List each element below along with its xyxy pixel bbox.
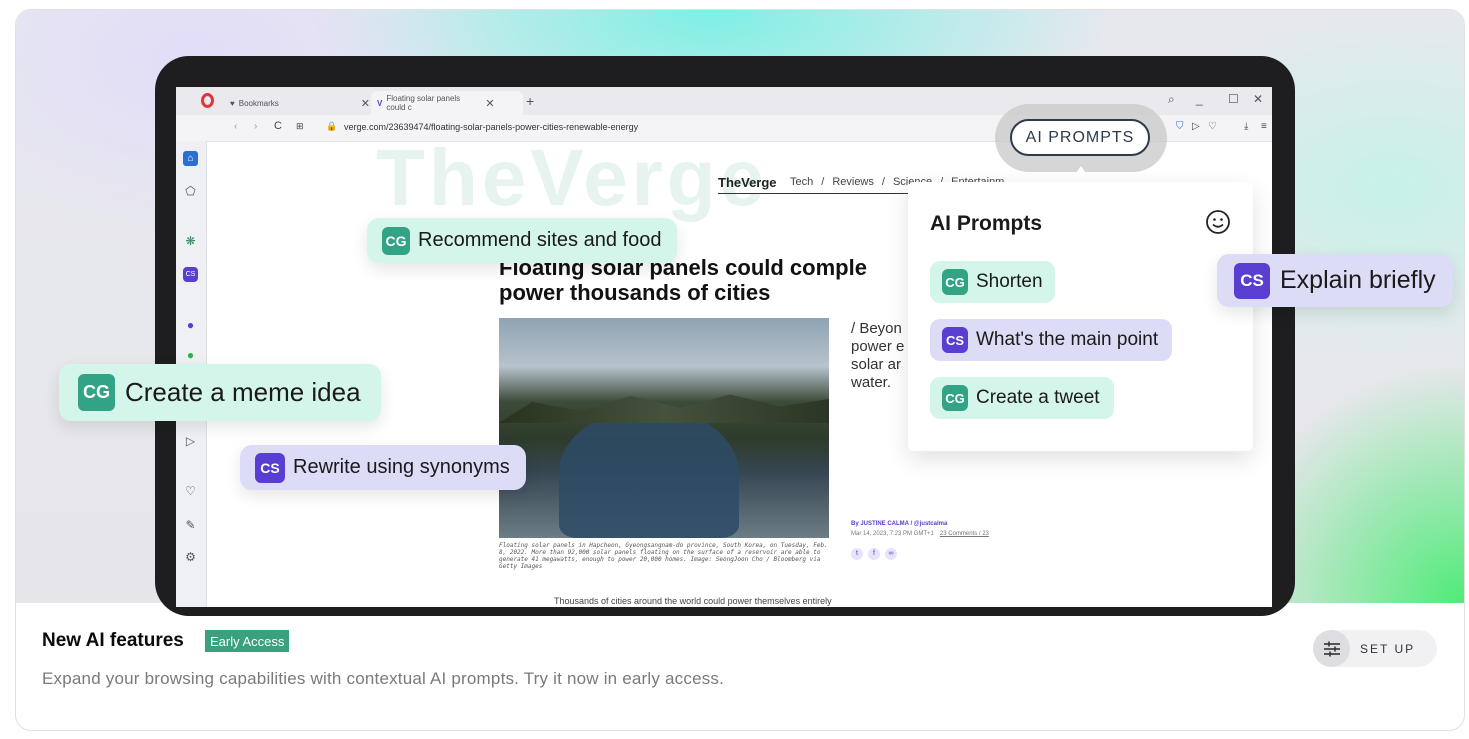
heart-icon[interactable]: ♡ [183,483,198,498]
early-access-badge: Early Access [205,630,290,652]
settings-icon[interactable]: ≡ [1261,121,1267,132]
chip-explain-briefly[interactable]: CS Explain briefly [1217,254,1453,307]
chip-create-meme[interactable]: CG Create a meme idea [59,364,381,421]
tab-label: Floating solar panels could c [386,94,461,112]
messenger-icon[interactable]: ● [183,317,198,332]
lock-icon: 🔒 [326,121,338,131]
heart-icon: ♥ [230,98,235,108]
chip-label: Rewrite using synonyms [293,456,510,478]
facebook-icon[interactable]: f [868,548,880,560]
edit-icon[interactable]: ✎ [183,517,198,532]
send-icon[interactable]: ▷ [1192,121,1200,132]
chip-label: Recommend sites and food [418,229,662,251]
setup-label: SET UP [1360,641,1416,656]
chatgpt-icon[interactable]: ❋ [183,233,198,248]
lake-shape [559,408,739,538]
minimize-icon[interactable]: _ [1196,92,1203,106]
gear-icon[interactable]: ⚙ [183,549,198,564]
send-icon[interactable]: ▷ [183,433,198,448]
share-buttons: t f ∞ [851,548,897,560]
new-tab-icon[interactable]: + [526,93,534,109]
heart-icon[interactable]: ♡ [1208,121,1217,132]
article-body: Thousands of cities around the world cou… [554,596,832,606]
article-photo [499,318,829,538]
prompt-label: What's the main point [976,329,1159,350]
prompt-main-point[interactable]: CS What's the main point [930,319,1173,361]
reload-icon[interactable]: C [274,120,282,132]
tab-label: Bookmarks [238,98,279,108]
opera-logo-icon [201,93,214,108]
forward-icon[interactable]: › [254,121,257,132]
tab-bookmarks[interactable]: ♥ Bookmarks ✕ [224,91,376,115]
article-meta: Mar 14, 2023, 7:23 PM GMT+1 23 Comments … [851,531,989,537]
photo-caption: Floating solar panels in Hapcheon, Gyeon… [499,542,828,570]
close-icon[interactable]: ✕ [361,97,370,110]
nav-item[interactable]: Reviews [832,176,874,188]
close-icon[interactable]: ✕ [485,97,494,110]
chip-recommend-sites[interactable]: CG Recommend sites and food [367,218,678,263]
chatgpt-badge: CG [942,269,968,295]
chip-label: Explain briefly [1280,266,1436,294]
grid-icon[interactable]: ⊞ [296,121,304,132]
chatgpt-badge: CG [78,374,115,411]
chatsonic-badge: CS [942,327,968,353]
chip-rewrite-synonyms[interactable]: CS Rewrite using synonyms [240,445,526,490]
mountains-shape [499,394,829,423]
panel-title: AI Prompts [930,212,1043,235]
shield-icon[interactable]: ⛉ [1176,121,1184,132]
intro-line: power e [851,338,905,355]
maximize-icon[interactable]: ☐ [1228,92,1239,106]
back-icon[interactable]: ‹ [234,121,237,132]
twitter-icon[interactable]: t [851,548,863,560]
prompt-label: Shorten [976,271,1043,292]
nav-separator: / [881,176,885,188]
search-icon[interactable]: ⌕ [1168,92,1175,107]
feature-title: New AI features [42,630,184,651]
download-icon[interactable]: ⤓ [1244,121,1248,132]
home-icon[interactable]: ⌂ [183,151,198,166]
ai-prompts-button[interactable]: AI PROMPTS [1010,119,1150,156]
link-icon[interactable]: ∞ [885,548,897,560]
tab-article[interactable]: V Floating solar panels could c ✕ [371,91,523,115]
ai-prompts-panel: AI Prompts CG Shorten CS What's the main… [908,182,1253,451]
setup-button[interactable]: SET UP [1313,630,1437,667]
chip-label: Create a meme idea [125,377,361,407]
chatsonic-badge: CS [1234,262,1270,299]
dateline: Mar 14, 2023, 7:23 PM GMT+1 [851,531,934,537]
prompt-label: Create a tweet [976,387,1100,408]
verge-favicon-icon: V [377,98,383,108]
prompt-shorten[interactable]: CG Shorten [930,261,1055,303]
verge-logo[interactable]: TheVerge [718,175,777,190]
nav-separator: / [821,176,825,188]
nav-item[interactable]: Tech [790,176,813,188]
sliders-icon [1313,630,1350,667]
whatsapp-icon[interactable]: ● [183,347,198,362]
verge-watermark: TheVerge [376,133,769,222]
cube-icon[interactable]: ⬠ [183,183,198,198]
panel-pointer [1069,166,1093,183]
chatsonic-badge: CS [255,452,285,483]
prompt-create-tweet[interactable]: CG Create a tweet [930,377,1114,419]
feature-description: Expand your browsing capabilities with c… [42,669,725,688]
byline[interactable]: By JUSTINE CALMA / @justcalma [851,521,947,527]
intro-line: / Beyon [851,320,902,337]
comments-link[interactable]: 23 Comments / 23 [940,531,989,537]
chatgpt-badge: CG [942,385,968,411]
intro-line: solar ar [851,356,902,373]
chatsonic-icon[interactable]: CS [183,267,198,282]
chatgpt-badge: CG [382,226,410,255]
window-close-icon[interactable]: ✕ [1253,92,1263,106]
intro-line: water. [851,374,892,391]
smiley-icon[interactable] [1205,209,1231,235]
url-field[interactable]: verge.com/23639474/floating-solar-panels… [344,122,638,132]
headline-line: power thousands of cities [499,280,771,305]
article-intro: / Beyon power e solar ar water. [851,320,904,392]
